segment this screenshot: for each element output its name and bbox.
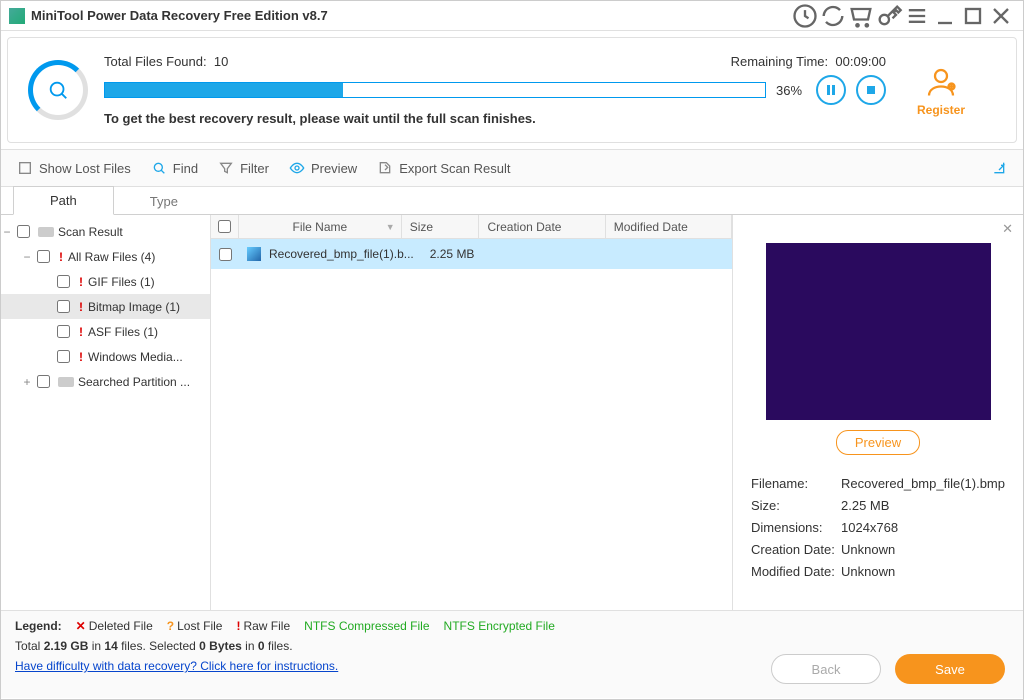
maximize-button[interactable] (959, 4, 987, 28)
history-icon[interactable] (791, 4, 819, 28)
bmp-file-icon (247, 247, 261, 261)
column-headers: File Name▼ Size Creation Date Modified D… (211, 215, 732, 239)
tree-checkbox[interactable] (17, 225, 30, 238)
meta-dimensions-label: Dimensions: (751, 517, 841, 539)
raw-file-icon: ! (78, 350, 84, 364)
col-name[interactable]: File Name▼ (239, 215, 402, 238)
tree-gif-files[interactable]: !GIF Files (1) (1, 269, 210, 294)
tree-all-raw-files[interactable]: −!All Raw Files (4) (1, 244, 210, 269)
preview-button[interactable]: Preview (289, 160, 357, 176)
save-button[interactable]: Save (895, 654, 1005, 684)
tree-checkbox[interactable] (57, 300, 70, 313)
tree-scan-result[interactable]: −Scan Result (1, 219, 210, 244)
col-size[interactable]: Size (402, 215, 480, 238)
export-button[interactable]: Export Scan Result (377, 160, 510, 176)
legend-encrypted: NTFS Encrypted File (444, 619, 555, 633)
legend-deleted: ✕Deleted File (76, 619, 153, 633)
scan-message: To get the best recovery result, please … (104, 111, 886, 126)
tree-checkbox[interactable] (57, 275, 70, 288)
show-lost-files-button[interactable]: Show Lost Files (17, 160, 131, 176)
register-label: Register (886, 103, 996, 117)
preview-open-button[interactable]: Preview (836, 430, 920, 455)
tree-asf-files[interactable]: !ASF Files (1) (1, 319, 210, 344)
col-checkbox[interactable] (211, 215, 239, 238)
legend-compressed: NTFS Compressed File (304, 619, 429, 633)
minimize-button[interactable] (931, 4, 959, 28)
tree-checkbox[interactable] (37, 375, 50, 388)
close-preview-icon[interactable]: ✕ (1002, 221, 1013, 237)
scan-spinner-icon (28, 60, 88, 120)
scan-panel: Total Files Found: 10 Remaining Time: 00… (7, 37, 1017, 143)
tree-searched-partition[interactable]: +Searched Partition ... (1, 369, 210, 394)
key-icon[interactable] (875, 4, 903, 28)
stop-button[interactable] (856, 75, 886, 105)
tab-type[interactable]: Type (114, 188, 214, 215)
sort-icon: ▼ (386, 222, 395, 232)
footer: Legend: ✕Deleted File ?Lost File !Raw Fi… (1, 610, 1023, 698)
app-title: MiniTool Power Data Recovery Free Editio… (31, 8, 791, 23)
action-toolbar: Show Lost Files Find Filter Preview Expo… (1, 149, 1023, 187)
raw-file-icon: ! (78, 325, 84, 339)
row-checkbox[interactable] (219, 248, 232, 261)
filter-button[interactable]: Filter (218, 160, 269, 176)
progress-percent: 36% (776, 83, 806, 98)
preview-panel: ✕ Preview Filename:Recovered_bmp_file(1)… (733, 215, 1023, 610)
legend-raw: !Raw File (236, 619, 290, 633)
raw-file-icon: ! (58, 250, 64, 264)
meta-size-label: Size: (751, 495, 841, 517)
file-name-text: Recovered_bmp_file(1).b... (269, 247, 414, 261)
progress-bar (104, 82, 766, 98)
tree-checkbox[interactable] (37, 250, 50, 263)
meta-cdate-label: Creation Date: (751, 539, 841, 561)
meta-mdate-label: Modified Date: (751, 561, 841, 583)
cart-icon[interactable] (847, 4, 875, 28)
back-button[interactable]: Back (771, 654, 881, 684)
menu-icon[interactable] (903, 4, 931, 28)
workspace: −Scan Result −!All Raw Files (4) !GIF Fi… (1, 215, 1023, 610)
col-modified-date[interactable]: Modified Date (606, 215, 732, 238)
file-size-text: 2.25 MB (422, 247, 495, 261)
meta-filename-value: Recovered_bmp_file(1).bmp (841, 473, 1005, 495)
file-list: File Name▼ Size Creation Date Modified D… (211, 215, 733, 610)
tree-checkbox[interactable] (57, 350, 70, 363)
meta-filename-label: Filename: (751, 473, 841, 495)
total-files-label: Total Files Found: 10 (104, 54, 228, 69)
drive-icon (58, 377, 74, 387)
find-button[interactable]: Find (151, 160, 198, 176)
totals-text: Total 2.19 GB in 14 files. Selected 0 By… (15, 639, 1009, 653)
legend: Legend: ✕Deleted File ?Lost File !Raw Fi… (15, 619, 1009, 633)
tree-checkbox[interactable] (57, 325, 70, 338)
preview-image (766, 243, 991, 420)
meta-cdate-value: Unknown (841, 539, 895, 561)
update-icon[interactable] (819, 4, 847, 28)
close-button[interactable] (987, 4, 1015, 28)
meta-size-value: 2.25 MB (841, 495, 889, 517)
pause-button[interactable] (816, 75, 846, 105)
view-tabs: Path Type (1, 187, 1023, 215)
tree-bitmap-image[interactable]: !Bitmap Image (1) (1, 294, 210, 319)
legend-lost: ?Lost File (167, 619, 223, 633)
drive-icon (38, 227, 54, 237)
title-bar: MiniTool Power Data Recovery Free Editio… (1, 1, 1023, 31)
folder-tree: −Scan Result −!All Raw Files (4) !GIF Fi… (1, 215, 211, 610)
app-logo-icon (9, 8, 25, 24)
tree-windows-media[interactable]: !Windows Media... (1, 344, 210, 369)
meta-mdate-value: Unknown (841, 561, 895, 583)
meta-dimensions-value: 1024x768 (841, 517, 898, 539)
file-row[interactable]: Recovered_bmp_file(1).b... 2.25 MB (211, 239, 732, 269)
legend-title: Legend: (15, 619, 62, 633)
raw-file-icon: ! (78, 275, 84, 289)
col-creation-date[interactable]: Creation Date (479, 215, 605, 238)
raw-file-icon: ! (78, 300, 84, 314)
register-button[interactable]: Register (886, 64, 996, 117)
remaining-time-label: Remaining Time: 00:09:00 (731, 54, 886, 69)
share-icon[interactable] (991, 160, 1007, 176)
tab-path[interactable]: Path (13, 186, 114, 215)
